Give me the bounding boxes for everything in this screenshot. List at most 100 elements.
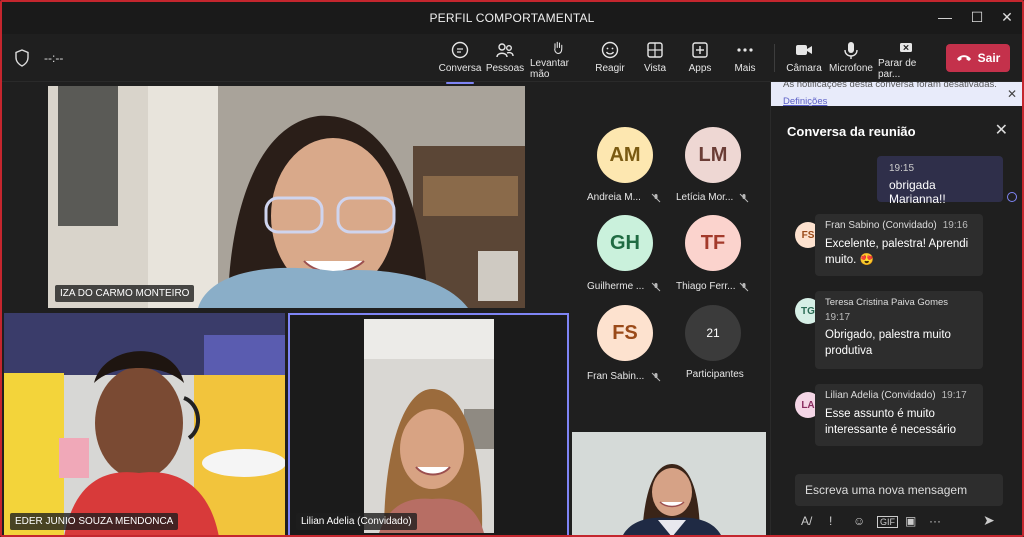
toolbar-divider [774,44,775,72]
avatar-gh[interactable]: GH [597,215,653,271]
video-feed-iza [48,86,525,308]
meeting-chat-panel: As notificações desta conversa foram des… [770,82,1022,535]
chat-compose-input[interactable]: Escreva uma nova mensagem [795,474,1003,506]
close-window-button[interactable]: ✕ [994,6,1020,28]
mic-icon [844,42,858,59]
people-icon [496,43,514,58]
mic-off-icon [651,193,661,203]
message-text: Esse assunto é muito interessante é nece… [825,408,957,436]
avatar-tf[interactable]: TF [685,215,741,271]
grid-icon [647,42,663,58]
video-feed-eder [4,313,285,535]
video-name-lilian: Lilian Adelia (Convidado) [296,513,417,530]
meeting-toolbar: --:-- Conversa Pessoas Levantar mão Reag… [2,34,1022,84]
vista-button[interactable]: Vista [642,40,668,80]
video-feed-lilian [364,319,494,533]
video-tile-eder[interactable]: EDER JUNIO SOUZA MENDONCA [4,313,285,535]
message-text: Excelente, palestra! Aprendi muito. 😍 [825,238,969,266]
phone-hangup-icon [956,55,971,61]
self-preview-video[interactable] [572,432,766,535]
compose-toolbar: A/ ! ☺ GIF ▣ ··· ➤ [771,508,1022,535]
stop-share-button[interactable]: Parar de par... [878,40,934,80]
message-time: 19:16 [942,220,968,231]
participant-name-fs: Fran Sabin... [587,371,645,382]
chat-icon [451,41,469,59]
conversa-label: Conversa [438,63,482,74]
message-author: Fran Sabino (Convidado) [825,220,937,231]
participants-label: Participantes [686,369,744,380]
own-message-text: obrigada Marianna!! [889,178,946,206]
conversa-button[interactable]: Conversa [439,40,481,84]
seen-check-icon [1007,192,1017,202]
notification-banner: As notificações desta conversa foram des… [771,82,1022,106]
avatar-lm[interactable]: LM [685,127,741,183]
window-title: PERFIL COMPORTAMENTAL [429,11,595,25]
reagir-button[interactable]: Reagir [595,40,625,80]
video-name-eder: EDER JUNIO SOUZA MENDONCA [10,513,179,530]
more-icon [737,48,753,52]
pessoas-button[interactable]: Pessoas [485,40,525,80]
video-tile-iza[interactable]: IZA DO CARMO MONTEIRO [48,86,525,308]
teams-window: PERFIL COMPORTAMENTAL — ☐ ✕ --:-- Conver… [0,0,1024,537]
participant-name-am: Andreia M... [587,192,641,203]
apps-button[interactable]: Apps [688,40,712,80]
mic-label: Microfone [829,63,873,74]
leave-button[interactable]: Sair [946,44,1010,72]
emoji-icon[interactable]: ☺ [853,514,865,528]
video-tile-lilian[interactable]: Lilian Adelia (Convidado) [288,313,569,535]
message-time: 19:17 [941,390,967,401]
camera-label: Câmara [786,63,822,74]
chat-message[interactable]: Lilian Adelia (Convidado) 19:17 Esse assu… [815,384,983,446]
mic-button[interactable]: Microfone [829,40,873,80]
leave-label: Sair [977,51,1001,65]
settings-link[interactable]: Definições [783,96,827,106]
send-icon[interactable]: ➤ [983,512,995,529]
message-text: Obrigado, palestra muito produtiva [825,329,951,357]
chat-message[interactable]: Fran Sabino (Convidado) 19:16 Excelente, … [815,214,983,276]
self-video-feed [572,432,766,535]
mic-off-icon [739,193,749,203]
vista-label: Vista [643,63,667,74]
gif-icon[interactable]: GIF [877,516,898,528]
notification-text: As notificações desta conversa foram des… [783,82,997,90]
participant-name-gh: Guilherme ... [587,281,645,292]
participant-name-lm: Letícia Mor... [676,192,734,203]
mic-off-icon [651,282,661,292]
chat-message[interactable]: Teresa Cristina Paiva Gomes 19:17 Obriga… [815,291,983,369]
stop-share-icon [900,43,912,52]
camera-icon [796,45,812,55]
minimize-button[interactable]: — [932,6,958,28]
mic-off-icon [739,282,749,292]
stop-share-label: Parar de par... [878,58,917,80]
raise-hand-icon [554,41,563,55]
mic-off-icon [651,372,661,382]
close-banner-icon[interactable]: ✕ [1007,87,1017,101]
shield-icon [15,49,29,67]
smile-icon [601,41,619,59]
more-label: Mais [734,63,756,74]
avatar-fs[interactable]: FS [597,305,653,361]
important-icon[interactable]: ! [829,514,832,528]
raise-hand-label: Levantar mão [530,58,569,80]
reagir-label: Reagir [595,63,625,74]
more-button[interactable]: Mais [734,40,756,80]
participant-count-avatar[interactable]: 21 [685,305,741,361]
title-bar: PERFIL COMPORTAMENTAL — ☐ ✕ [2,2,1022,34]
raise-hand-button[interactable]: Levantar mão [530,40,586,80]
own-message-time: 19:15 [889,163,915,174]
pessoas-label: Pessoas [485,63,525,74]
plus-icon [692,42,708,58]
participant-name-tf: Thiago Ferr... [676,281,736,292]
sticker-icon[interactable]: ▣ [905,514,916,528]
avatar-am[interactable]: AM [597,127,653,183]
close-chat-icon[interactable]: ✕ [995,120,1008,140]
message-time: 19:17 [825,312,851,323]
own-message[interactable]: 19:15 obrigada Marianna!! [877,156,1003,206]
video-name-iza: IZA DO CARMO MONTEIRO [55,285,195,302]
meeting-timer: --:-- [44,51,64,65]
message-author: Teresa Cristina Paiva Gomes [825,297,949,308]
maximize-button[interactable]: ☐ [964,6,990,28]
format-icon[interactable]: A/ [801,514,812,528]
more-options-icon[interactable]: ··· [929,514,941,528]
camera-button[interactable]: Câmara [786,40,822,80]
